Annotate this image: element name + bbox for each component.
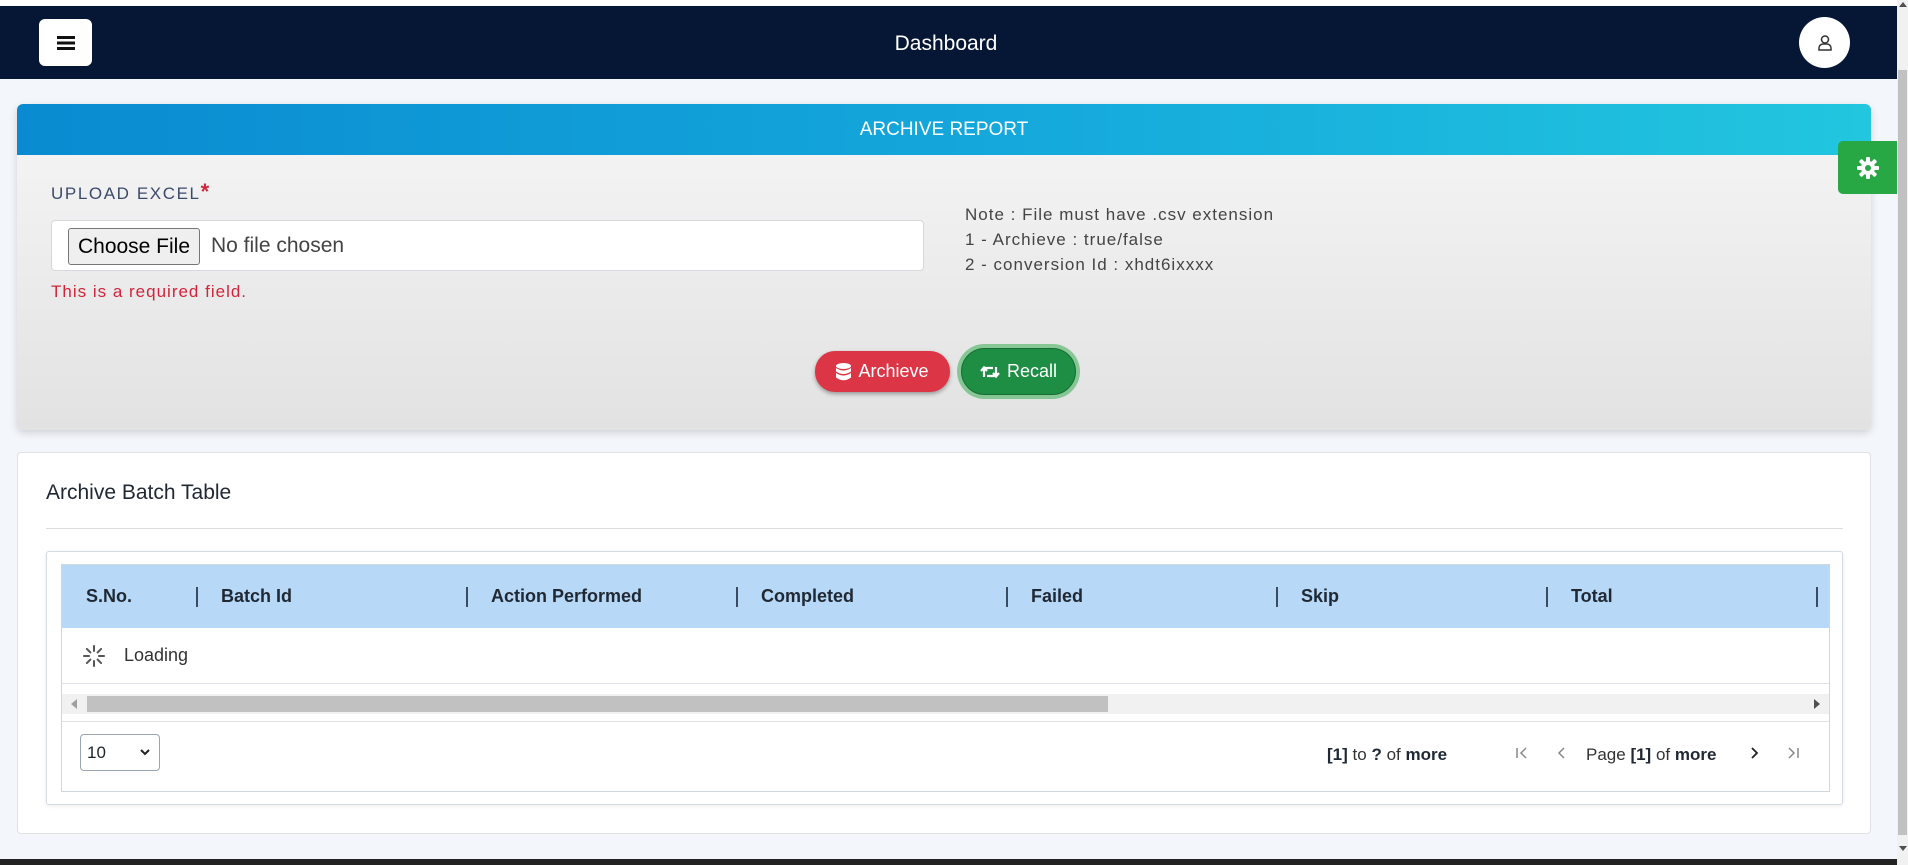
scroll-down-arrow[interactable]: [1899, 846, 1907, 851]
choose-file-button[interactable]: Choose File: [68, 228, 200, 265]
note-line: 1 - Archieve : true/false: [965, 230, 1164, 249]
column-header-sno[interactable]: S.No.: [86, 565, 132, 628]
database-icon: [836, 362, 852, 380]
required-mark: *: [200, 179, 211, 204]
upload-note: Note : File must have .csv extension 1 -…: [965, 202, 1274, 277]
settings-button[interactable]: [1838, 141, 1897, 194]
column-header-total[interactable]: Total: [1571, 565, 1613, 628]
bottom-strip: [0, 859, 1897, 865]
archive-report-card: ARCHIVE REPORT UPLOAD EXCEL* Choose File…: [17, 104, 1871, 430]
note-line: 2 - conversion Id : xhdt6ixxxx: [965, 255, 1215, 274]
divider: [46, 528, 1843, 529]
grid-header: S.No. Batch Id Action Performed Complete…: [62, 565, 1829, 628]
column-header-action-performed[interactable]: Action Performed: [491, 565, 642, 628]
page-size-value: 10: [87, 743, 106, 762]
scroll-up-arrow[interactable]: [1899, 2, 1907, 7]
scroll-right-arrow[interactable]: [1814, 699, 1820, 709]
archive-report-header: ARCHIVE REPORT: [17, 104, 1871, 155]
row-summary: [1] to ? of more: [1327, 745, 1447, 765]
required-error: This is a required field.: [51, 282, 248, 301]
column-header-failed[interactable]: Failed: [1031, 565, 1083, 628]
page-size-select[interactable]: 10: [80, 734, 160, 771]
page-indicator: Page [1] of more: [1586, 745, 1716, 765]
loading-row: Loading: [62, 628, 1829, 684]
last-page-icon[interactable]: [1785, 744, 1801, 762]
retweet-icon: [980, 365, 1000, 378]
page-total: more: [1674, 745, 1717, 764]
page-current: [1]: [1630, 745, 1652, 764]
column-header-completed[interactable]: Completed: [761, 565, 854, 628]
user-icon: [1817, 34, 1832, 51]
page-of-word: of: [1655, 745, 1671, 764]
column-resize-handle[interactable]: [736, 587, 738, 607]
page-scroll-thumb[interactable]: [1898, 70, 1907, 835]
column-resize-handle[interactable]: [1546, 587, 1548, 607]
prev-page-icon[interactable]: [1553, 744, 1569, 762]
top-navbar: Dashboard: [0, 6, 1897, 79]
page-scrollbar[interactable]: [1897, 0, 1908, 865]
table-title: Archive Batch Table: [46, 481, 232, 504]
note-line: Note : File must have .csv extension: [965, 205, 1275, 224]
file-status-text: No file chosen: [211, 234, 345, 257]
chevron-down-icon: [140, 749, 150, 756]
column-header-skip[interactable]: Skip: [1301, 565, 1339, 628]
column-header-batch-id[interactable]: Batch Id: [221, 565, 292, 628]
summary-of-word: of: [1386, 745, 1401, 764]
gear-icon: [1856, 156, 1879, 179]
archive-batch-grid: S.No. Batch Id Action Performed Complete…: [61, 564, 1830, 792]
archive-button-label: Archieve: [858, 361, 929, 381]
summary-total: more: [1405, 745, 1448, 764]
grid-container: S.No. Batch Id Action Performed Complete…: [46, 551, 1843, 805]
user-menu-button[interactable]: [1799, 17, 1850, 68]
first-page-icon[interactable]: [1514, 744, 1530, 762]
scroll-left-arrow[interactable]: [71, 699, 77, 709]
next-page-icon[interactable]: [1747, 744, 1763, 762]
file-input[interactable]: Choose File No file chosen: [51, 220, 924, 271]
column-resize-handle[interactable]: [1276, 587, 1278, 607]
column-resize-handle[interactable]: [466, 587, 468, 607]
summary-to: ?: [1371, 745, 1382, 764]
column-resize-handle[interactable]: [1816, 587, 1818, 607]
page-word: Page: [1586, 745, 1626, 764]
recall-button-label: Recall: [1006, 361, 1058, 381]
horizontal-scrollbar[interactable]: [62, 694, 1829, 714]
recall-button[interactable]: Recall: [961, 348, 1076, 395]
upload-excel-label: UPLOAD EXCEL*: [51, 179, 211, 205]
column-resize-handle[interactable]: [196, 587, 198, 607]
spinner-icon: [83, 645, 105, 667]
upload-label-text: UPLOAD EXCEL: [51, 184, 201, 203]
pagination-bar: 10 [1] to ? of more Page [1] of more: [62, 721, 1829, 792]
horizontal-scroll-thumb[interactable]: [87, 696, 1108, 712]
archive-batch-card: Archive Batch Table S.No. Batch Id Actio…: [17, 452, 1871, 834]
column-resize-handle[interactable]: [1006, 587, 1008, 607]
summary-from: [1]: [1327, 745, 1348, 764]
archive-button[interactable]: Archieve: [815, 351, 950, 392]
page-title: Dashboard: [894, 32, 998, 55]
summary-to-word: to: [1352, 745, 1367, 764]
loading-text: Loading: [124, 645, 189, 665]
